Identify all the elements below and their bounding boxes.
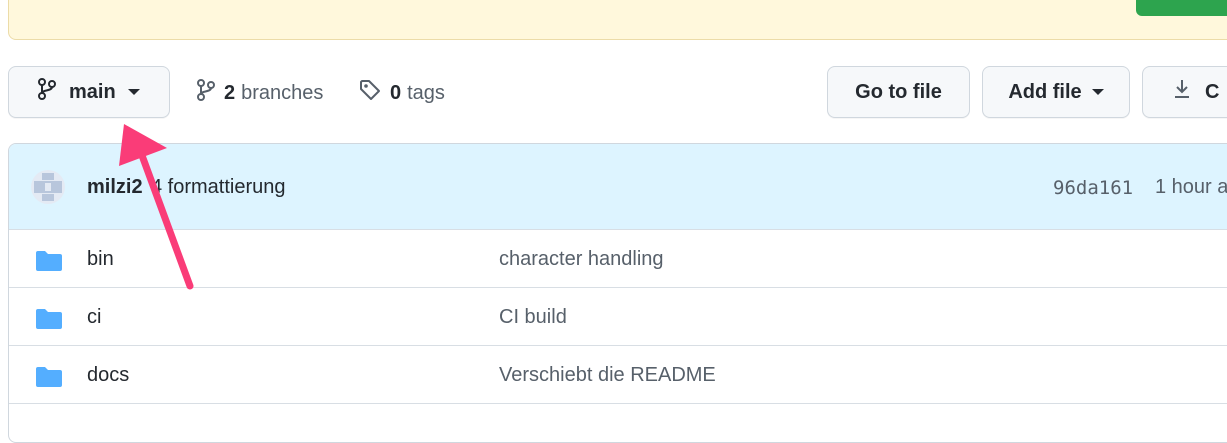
table-row: docs Verschiebt die README <box>9 345 1227 403</box>
table-row: ci CI build <box>9 287 1227 345</box>
git-branch-icon <box>196 78 216 108</box>
file-commit-message[interactable]: CI build <box>499 306 567 329</box>
flash-banner <box>8 0 1227 40</box>
folder-icon <box>35 366 63 393</box>
table-row <box>9 403 1227 442</box>
file-list-box: milzi2 4 formattierung 96da161 1 hour ag… <box>8 143 1227 443</box>
flash-action-button[interactable] <box>1136 0 1227 16</box>
tags-label: tags <box>407 81 445 104</box>
git-branch-icon <box>37 77 57 107</box>
code-button[interactable]: C <box>1142 66 1227 118</box>
branches-count: 2 <box>224 81 236 104</box>
commit-author[interactable]: milzi2 <box>87 176 143 199</box>
branches-link[interactable]: 2 branches <box>196 78 323 108</box>
add-file-label: Add file <box>1008 80 1082 103</box>
branches-label: branches <box>241 81 324 104</box>
folder-icon <box>35 308 63 335</box>
go-to-file-button[interactable]: Go to file <box>827 66 970 118</box>
download-icon <box>1173 78 1191 106</box>
file-commit-message[interactable]: character handling <box>499 248 664 271</box>
code-label: C <box>1205 80 1220 103</box>
avatar[interactable] <box>31 170 65 204</box>
table-row: bin character handling <box>9 229 1227 287</box>
tag-icon <box>358 78 382 108</box>
file-name[interactable]: bin <box>87 248 114 271</box>
commit-sha[interactable]: 96da161 <box>1053 177 1133 199</box>
go-to-file-label: Go to file <box>855 80 942 103</box>
chevron-down-icon <box>127 89 140 95</box>
commit-time: 1 hour ag <box>1155 176 1227 198</box>
branch-select-button[interactable]: main <box>8 66 170 118</box>
file-commit-message[interactable]: Verschiebt die README <box>499 364 716 387</box>
folder-icon <box>35 250 63 277</box>
file-name[interactable]: docs <box>87 364 129 387</box>
tags-link[interactable]: 0 tags <box>358 78 445 108</box>
tags-count: 0 <box>390 81 402 104</box>
branch-select-label: main <box>69 80 116 103</box>
add-file-button[interactable]: Add file <box>982 66 1130 118</box>
chevron-down-icon <box>1091 89 1104 95</box>
commit-message[interactable]: 4 formattierung <box>151 176 286 199</box>
file-name[interactable]: ci <box>87 306 101 329</box>
latest-commit-bar: milzi2 4 formattierung 96da161 1 hour ag <box>9 144 1227 230</box>
